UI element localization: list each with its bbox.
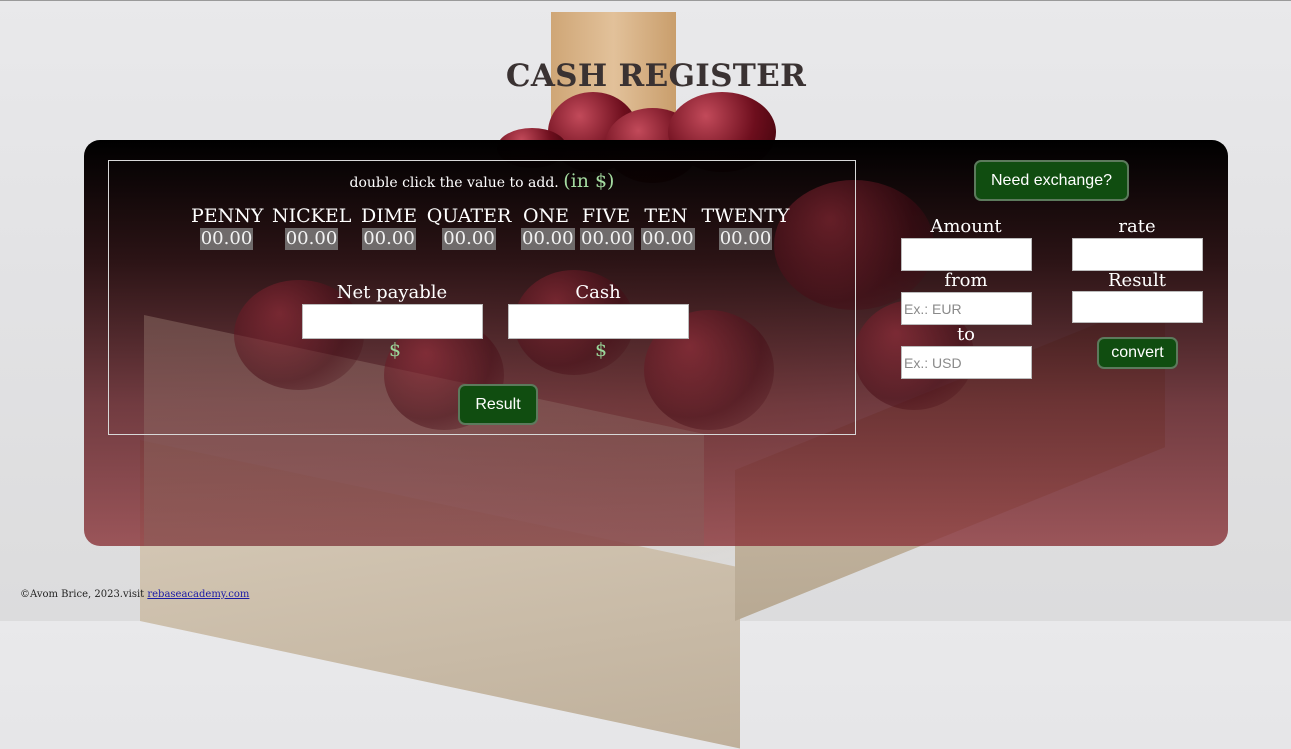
denomination-value-one[interactable]: 00.00: [521, 228, 575, 250]
rate-label: rate: [1118, 216, 1156, 237]
denomination-dime: DIME 00.00: [361, 205, 417, 250]
footer: ©Avom Brice, 2023.visit rebaseacademy.co…: [20, 589, 249, 600]
denomination-value-twenty[interactable]: 00.00: [718, 228, 773, 250]
footer-text: ©Avom Brice, 2023.visit: [20, 589, 148, 600]
denomination-label: TWENTY: [701, 205, 790, 227]
denomination-value-five[interactable]: 00.00: [580, 228, 634, 250]
register-hint: double click the value to add. (in $): [108, 170, 856, 192]
denomination-label: ONE: [522, 205, 570, 227]
denomination-value-nickel[interactable]: 00.00: [284, 228, 339, 250]
denomination-label: PENNY: [191, 205, 264, 227]
to-currency-input[interactable]: [901, 346, 1032, 379]
denomination-value-quarter[interactable]: 00.00: [442, 228, 496, 250]
denomination-one: ONE 00.00: [521, 205, 575, 250]
net-payable-label: Net payable: [336, 282, 448, 303]
amount-label: Amount: [930, 216, 1002, 237]
top-border: [0, 0, 1291, 1]
denomination-value-penny[interactable]: 00.00: [199, 228, 254, 250]
page-title: CASH REGISTER: [505, 58, 807, 94]
result-button[interactable]: Result: [458, 384, 538, 425]
denomination-quarter: QUATER 00.00: [426, 205, 512, 250]
denomination-nickel: NICKEL 00.00: [272, 205, 351, 250]
from-label: from: [944, 270, 988, 291]
denomination-value-ten[interactable]: 00.00: [641, 228, 695, 250]
exchange-result-label: Result: [1107, 270, 1167, 291]
amount-input[interactable]: [901, 238, 1032, 271]
cash-label: Cash: [575, 282, 621, 303]
hint-text: double click the value to add.: [349, 175, 559, 191]
exchange-result-input[interactable]: [1072, 291, 1203, 323]
need-exchange-button[interactable]: Need exchange?: [974, 160, 1129, 201]
denomination-twenty: TWENTY 00.00: [700, 205, 791, 250]
denomination-label: TEN: [644, 205, 688, 227]
denomination-value-dime[interactable]: 00.00: [362, 228, 416, 250]
convert-button[interactable]: convert: [1097, 337, 1178, 369]
to-label: to: [956, 324, 976, 345]
hint-unit: (in $): [563, 170, 615, 192]
denomination-label: FIVE: [581, 205, 631, 227]
denomination-ten: TEN 00.00: [641, 205, 695, 250]
net-payable-currency: $: [388, 339, 402, 361]
cash-input[interactable]: [508, 304, 689, 339]
denomination-label: DIME: [361, 205, 418, 227]
rate-input[interactable]: [1072, 238, 1203, 271]
from-currency-input[interactable]: [901, 292, 1032, 325]
net-payable-input[interactable]: [302, 304, 483, 339]
denomination-label: NICKEL: [272, 205, 352, 227]
footer-link[interactable]: rebaseacademy.com: [147, 589, 249, 600]
denomination-penny: PENNY 00.00: [191, 205, 264, 250]
denomination-five: FIVE 00.00: [580, 205, 634, 250]
denomination-label: QUATER: [426, 205, 512, 227]
cash-currency: $: [594, 339, 608, 361]
